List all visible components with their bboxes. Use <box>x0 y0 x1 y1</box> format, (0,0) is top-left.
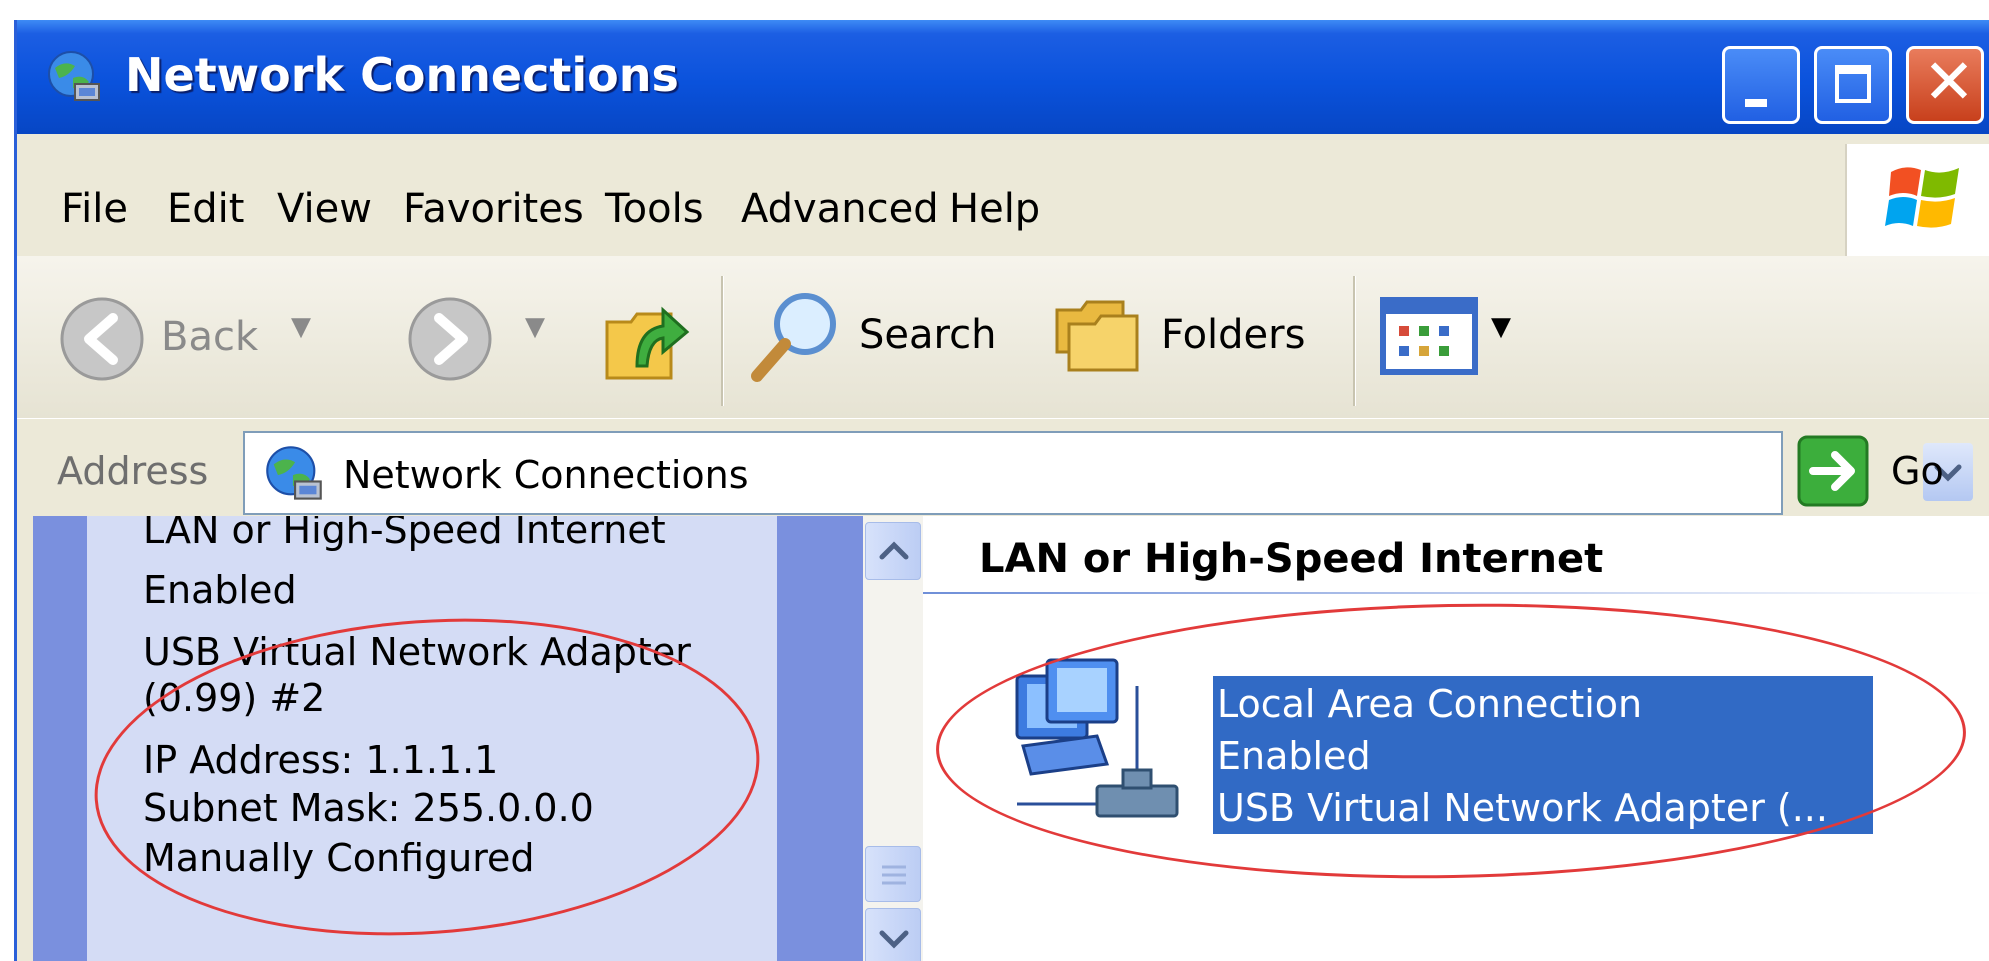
connection-name: Local Area Connection <box>1217 682 1643 726</box>
details-device-version: (0.99) #2 <box>143 676 326 720</box>
network-connections-icon <box>266 446 322 500</box>
back-button[interactable]: Back ▼ <box>57 294 317 384</box>
close-icon: ✕ <box>1923 45 1975 118</box>
menu-view[interactable]: View <box>277 186 372 232</box>
menu-edit[interactable]: Edit <box>167 186 244 232</box>
group-divider <box>923 592 1989 594</box>
local-area-connection-item[interactable]: Local Area Connection Enabled USB Virtua… <box>1213 676 1873 834</box>
address-bar: Address Network Connections Go <box>17 418 1989 517</box>
windows-logo-area <box>1845 144 1989 256</box>
network-connections-icon <box>48 51 100 101</box>
menu-advanced[interactable]: Advanced <box>741 186 939 232</box>
go-button[interactable]: Go <box>1891 449 1944 493</box>
task-pane-scrollbar[interactable] <box>863 516 923 961</box>
search-label: Search <box>859 312 997 358</box>
details-type: LAN or High-Speed Internet <box>143 516 666 552</box>
maximize-icon <box>1835 65 1871 103</box>
maximize-button[interactable] <box>1814 46 1892 124</box>
title-bar[interactable]: Network Connections ✕ <box>17 20 1989 134</box>
chevron-up-icon <box>879 541 909 560</box>
grip-icon <box>882 865 906 885</box>
connection-status: Enabled <box>1217 734 1371 778</box>
windows-logo-icon <box>1885 167 1959 228</box>
task-pane: LAN or High-Speed Internet Enabled USB V… <box>33 516 863 961</box>
details-status: Enabled <box>143 568 297 612</box>
search-icon <box>751 293 836 382</box>
back-label: Back <box>161 314 259 360</box>
details-subnet-mask: Subnet Mask: 255.0.0.0 <box>143 786 594 830</box>
toolbar-separator <box>721 276 724 406</box>
forward-button[interactable]: ▼ <box>405 294 555 384</box>
views-icon <box>1380 297 1478 375</box>
group-header: LAN or High-Speed Internet <box>979 536 1604 582</box>
explorer-window: Network Connections ✕ File Edit View Fav… <box>14 20 1989 961</box>
folders-button[interactable]: Folders <box>1053 286 1333 386</box>
chevron-down-icon <box>879 930 909 949</box>
menu-favorites[interactable]: Favorites <box>403 186 584 232</box>
details-config-mode: Manually Configured <box>143 836 535 880</box>
scroll-thumb[interactable] <box>865 846 921 902</box>
window-title: Network Connections <box>125 48 679 102</box>
search-button[interactable]: Search <box>747 286 1007 386</box>
minimize-button[interactable] <box>1722 46 1800 124</box>
forward-arrow-icon <box>408 297 492 381</box>
connection-device: USB Virtual Network Adapter (... <box>1217 786 1828 830</box>
address-input[interactable]: Network Connections <box>243 431 1973 515</box>
standard-toolbar: Back ▼ ▼ Search Folders ▼ <box>17 256 1989 418</box>
menu-tools[interactable]: Tools <box>605 186 704 232</box>
details-ip-address: IP Address: 1.1.1.1 <box>143 738 499 782</box>
folders-label: Folders <box>1161 312 1306 358</box>
menu-help[interactable]: Help <box>949 186 1040 232</box>
address-value: Network Connections <box>343 453 749 497</box>
address-label: Address <box>57 449 209 493</box>
back-dropdown-icon[interactable]: ▼ <box>291 312 311 342</box>
details-panel: LAN or High-Speed Internet Enabled USB V… <box>87 516 777 961</box>
close-button[interactable]: ✕ <box>1906 46 1984 124</box>
views-button[interactable]: ▼ <box>1379 296 1539 386</box>
forward-dropdown-icon[interactable]: ▼ <box>525 312 545 342</box>
scroll-up-button[interactable] <box>865 522 921 580</box>
back-arrow-icon <box>60 297 144 381</box>
connections-list: LAN or High-Speed Internet Local Area Co… <box>923 516 1989 961</box>
up-folder-icon[interactable] <box>601 286 691 386</box>
toolbar-separator <box>1353 276 1356 406</box>
details-device: USB Virtual Network Adapter <box>143 630 691 674</box>
views-dropdown-icon[interactable]: ▼ <box>1491 312 1511 342</box>
menu-bar: File Edit View Favorites Tools Advanced … <box>17 134 1989 258</box>
go-arrow-icon[interactable] <box>1797 435 1869 507</box>
menu-file[interactable]: File <box>61 186 128 232</box>
folders-icon <box>1055 300 1139 372</box>
minimize-icon <box>1745 99 1767 107</box>
lan-connection-icon[interactable] <box>987 646 1197 836</box>
scroll-down-button[interactable] <box>865 908 921 961</box>
